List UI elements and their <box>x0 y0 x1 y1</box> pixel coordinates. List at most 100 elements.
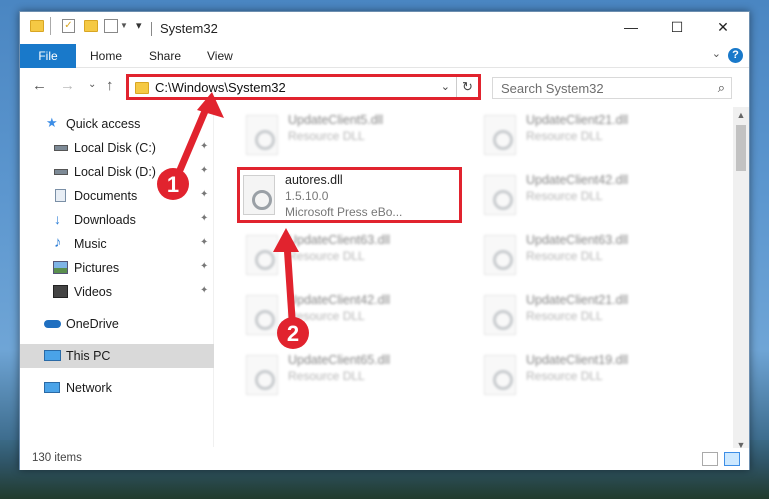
file-tile[interactable]: UpdateClient21.dll Resource DLL <box>478 287 703 343</box>
qa-customize-icon[interactable]: ▾ <box>136 19 142 32</box>
recent-locations-button[interactable]: ⌄ <box>88 79 96 90</box>
tab-home[interactable]: Home <box>90 44 122 68</box>
file-name: UpdateClient42.dll <box>526 173 629 187</box>
file-version: 1.5.10.0 <box>285 189 329 203</box>
file-tile[interactable]: UpdateClient42.dll Resource DLL <box>478 167 703 223</box>
minimize-button[interactable]: — <box>608 12 654 42</box>
sidebar-item-local-disk-d[interactable]: Local Disk (D:) ✦ <box>20 160 214 184</box>
file-tile[interactable]: UpdateClient19.dll Resource DLL <box>478 347 703 403</box>
title-bar: ✓ ▼ ▾ System32 — ☐ ✕ <box>20 12 749 44</box>
pin-icon: ✦ <box>200 189 209 200</box>
sidebar-item-label: OneDrive <box>66 317 119 331</box>
sidebar-item-onedrive[interactable]: OneDrive <box>20 312 214 336</box>
file-tile[interactable]: UpdateClient42.dll Resource DLL <box>240 287 465 343</box>
ribbon-tabs: File Home Share View ⌄ ? <box>20 44 749 68</box>
address-bar[interactable]: C:\Windows\System32 ⌄ ↻ <box>126 74 481 100</box>
navigation-bar: ← → ⌄ ↑ C:\Windows\System32 ⌄ ↻ Search S… <box>20 69 749 103</box>
dll-file-icon <box>246 235 278 275</box>
status-bar: 130 items <box>20 448 749 470</box>
sidebar-item-this-pc[interactable]: This PC <box>20 344 214 368</box>
file-name: UpdateClient63.dll <box>526 233 629 247</box>
drive-icon <box>54 145 68 151</box>
close-button[interactable]: ✕ <box>700 12 746 42</box>
sidebar-item-label: Documents <box>74 189 138 203</box>
downloads-icon: ↓ <box>54 211 61 227</box>
videos-icon <box>53 285 68 298</box>
file-tile[interactable]: UpdateClient65.dll Resource DLL <box>240 347 465 403</box>
sidebar-item-quick-access[interactable]: ★ Quick access <box>20 112 214 136</box>
file-explorer-window: ✓ ▼ ▾ System32 — ☐ ✕ File Home Share Vie… <box>19 11 750 470</box>
scroll-thumb[interactable] <box>736 125 746 171</box>
sidebar-item-documents[interactable]: Documents ✦ <box>20 184 214 208</box>
tab-share[interactable]: Share <box>149 44 181 68</box>
navigation-pane: ★ Quick access Local Disk (C:) ✦ Local D… <box>20 107 214 447</box>
sidebar-item-network[interactable]: Network <box>20 376 214 400</box>
dll-file-icon <box>246 355 278 395</box>
pin-icon: ✦ <box>200 213 209 224</box>
file-type: Resource DLL <box>288 369 365 383</box>
vertical-scrollbar[interactable]: ▲ ▼ <box>733 107 749 453</box>
file-type: Resource DLL <box>526 129 603 143</box>
file-name: UpdateClient65.dll <box>288 353 391 367</box>
file-type: Resource DLL <box>526 369 603 383</box>
sidebar-item-local-disk-c[interactable]: Local Disk (C:) ✦ <box>20 136 214 160</box>
computer-icon <box>44 350 61 361</box>
properties-icon[interactable]: ✓ <box>62 19 75 33</box>
file-name: UpdateClient42.dll <box>288 293 391 307</box>
file-tile[interactable]: UpdateClient63.dll Resource DLL <box>240 227 465 283</box>
dll-file-icon <box>484 175 516 215</box>
sidebar-item-label: Music <box>74 237 107 251</box>
sidebar-item-music[interactable]: ♪ Music ✦ <box>20 232 214 256</box>
tab-file[interactable]: File <box>20 44 76 68</box>
file-type: Resource DLL <box>288 249 365 263</box>
star-icon: ★ <box>46 115 58 130</box>
pin-icon: ✦ <box>200 165 209 176</box>
dll-file-icon <box>484 115 516 155</box>
window-title: System32 <box>160 21 218 36</box>
tiles-view-icon[interactable] <box>724 452 740 466</box>
dll-file-icon <box>246 115 278 155</box>
folder-icon <box>30 20 44 32</box>
file-name: UpdateClient19.dll <box>526 353 629 367</box>
new-folder-icon[interactable] <box>84 20 98 32</box>
sidebar-item-label: Pictures <box>74 261 120 275</box>
address-path[interactable]: C:\Windows\System32 <box>155 80 286 95</box>
maximize-button[interactable]: ☐ <box>654 12 700 42</box>
forward-button[interactable]: → <box>60 77 75 94</box>
up-button[interactable]: ↑ <box>106 77 114 94</box>
file-type: Resource DLL <box>526 309 603 323</box>
file-tile-autores-dll[interactable]: autores.dll 1.5.10.0 Microsoft Press eBo… <box>237 167 462 223</box>
customize-toolbar-icon[interactable] <box>104 19 118 33</box>
search-icon[interactable]: ⌕ <box>718 80 725 96</box>
sidebar-item-downloads[interactable]: ↓ Downloads ✦ <box>20 208 214 232</box>
search-input[interactable]: Search System32 ⌕ <box>492 77 732 99</box>
sidebar-item-label: Quick access <box>66 117 141 131</box>
file-type: Resource DLL <box>526 189 603 203</box>
sidebar-item-label: Downloads <box>74 213 136 227</box>
music-icon: ♪ <box>54 234 62 251</box>
documents-icon <box>55 189 66 202</box>
file-company: Microsoft Press eBo... <box>285 205 403 219</box>
tab-view[interactable]: View <box>207 44 233 68</box>
file-name: UpdateClient5.dll <box>288 113 384 127</box>
dll-file-icon <box>484 355 516 395</box>
expand-ribbon-icon[interactable]: ⌄ <box>712 47 721 60</box>
qa-dropdown-icon[interactable]: ▼ <box>120 21 128 30</box>
help-icon[interactable]: ? <box>728 48 743 63</box>
sidebar-item-label: This PC <box>66 349 111 363</box>
sidebar-item-videos[interactable]: Videos ✦ <box>20 280 214 304</box>
file-type: Resource DLL <box>288 129 365 143</box>
scroll-up-icon[interactable]: ▲ <box>733 107 749 123</box>
refresh-button[interactable]: ↻ <box>456 77 478 97</box>
details-view-icon[interactable] <box>702 452 718 466</box>
search-placeholder: Search System32 <box>501 81 604 96</box>
address-dropdown-icon[interactable]: ⌄ <box>441 80 450 93</box>
file-name: UpdateClient21.dll <box>526 113 629 127</box>
file-tile[interactable]: UpdateClient5.dll Resource DLL <box>240 107 465 163</box>
file-tile[interactable]: UpdateClient21.dll Resource DLL <box>478 107 703 163</box>
back-button[interactable]: ← <box>32 77 47 94</box>
file-tile[interactable]: UpdateClient63.dll Resource DLL <box>478 227 703 283</box>
sidebar-item-pictures[interactable]: Pictures ✦ <box>20 256 214 280</box>
file-name: UpdateClient63.dll <box>288 233 391 247</box>
pin-icon: ✦ <box>200 285 209 296</box>
